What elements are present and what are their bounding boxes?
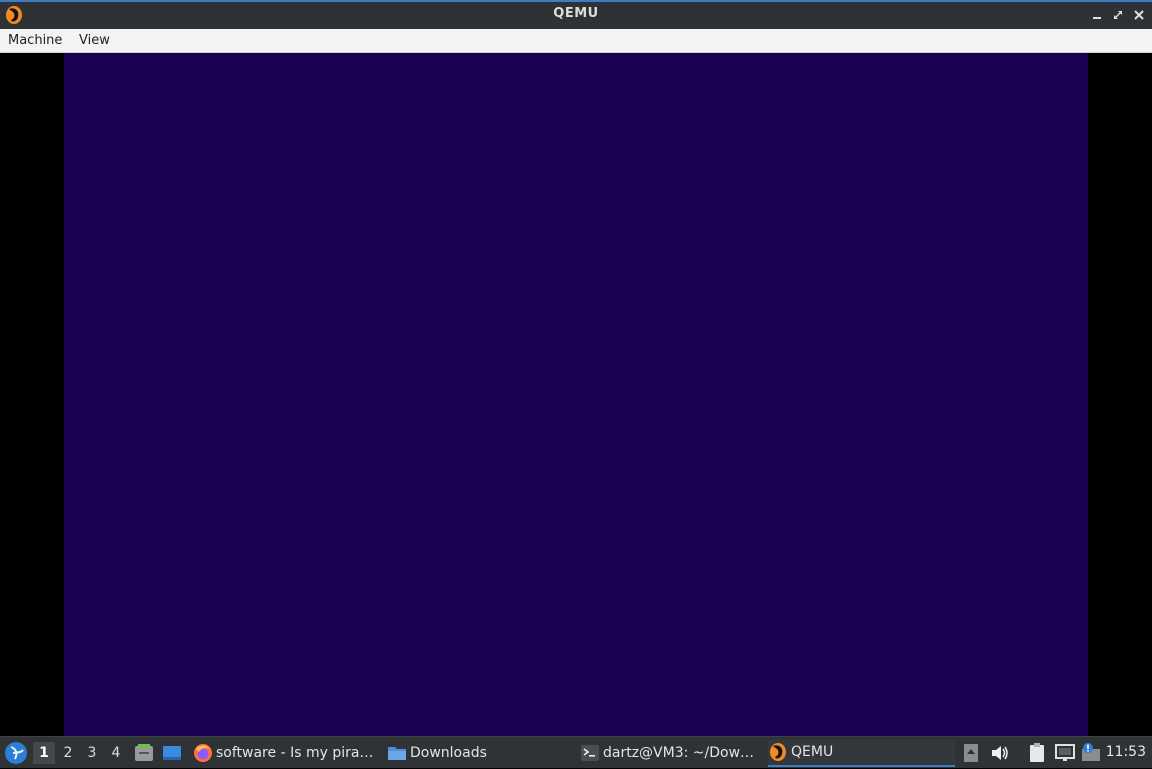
task-label: software - Is my pira… xyxy=(216,745,373,761)
task-firefox[interactable]: software - Is my pira… xyxy=(193,739,373,767)
lxqt-start-icon[interactable] xyxy=(4,741,28,765)
restore-icon xyxy=(1114,11,1122,19)
desktop-4[interactable]: 4 xyxy=(105,742,127,764)
desktop-2[interactable]: 2 xyxy=(57,742,79,764)
qemu-icon xyxy=(768,742,788,762)
clipboard-icon[interactable] xyxy=(1027,742,1047,764)
close-icon xyxy=(1134,10,1144,20)
desktop-1[interactable]: 1 xyxy=(33,742,55,764)
firefox-icon xyxy=(193,743,213,763)
notification-icon[interactable] xyxy=(1080,741,1102,765)
close-button[interactable] xyxy=(1132,8,1146,22)
taskbar: 1 2 3 4 software - Is my pira… Downloads… xyxy=(0,736,1152,768)
desktop-3[interactable]: 3 xyxy=(81,742,103,764)
task-label: dartz@VM3: ~/Dow… xyxy=(603,745,755,761)
show-desktop-icon[interactable] xyxy=(161,742,183,764)
menu-bar: Machine View xyxy=(0,29,1152,53)
network-icon[interactable] xyxy=(1054,743,1076,763)
terminal-icon xyxy=(580,743,600,763)
task-qemu[interactable]: QEMU xyxy=(768,739,955,767)
task-label: Downloads xyxy=(410,745,487,761)
maximize-button[interactable] xyxy=(1111,8,1125,22)
menu-machine[interactable]: Machine xyxy=(8,33,62,48)
file-manager-icon[interactable] xyxy=(133,742,155,764)
task-terminal[interactable]: dartz@VM3: ~/Dow… xyxy=(580,739,758,767)
folder-icon xyxy=(387,743,407,763)
minimize-icon xyxy=(1093,17,1101,19)
menu-view[interactable]: View xyxy=(79,33,110,48)
guest-screen[interactable] xyxy=(64,53,1088,736)
tray-expand-icon[interactable] xyxy=(963,743,979,763)
task-label: QEMU xyxy=(791,744,834,760)
volume-icon[interactable] xyxy=(990,743,1010,763)
task-downloads[interactable]: Downloads xyxy=(387,739,557,767)
window-title: QEMU xyxy=(553,6,599,21)
window-titlebar[interactable]: QEMU xyxy=(0,0,1152,29)
minimize-button[interactable] xyxy=(1090,8,1104,22)
vm-display-area xyxy=(0,53,1152,736)
clock[interactable]: 11:53 xyxy=(1106,744,1146,760)
